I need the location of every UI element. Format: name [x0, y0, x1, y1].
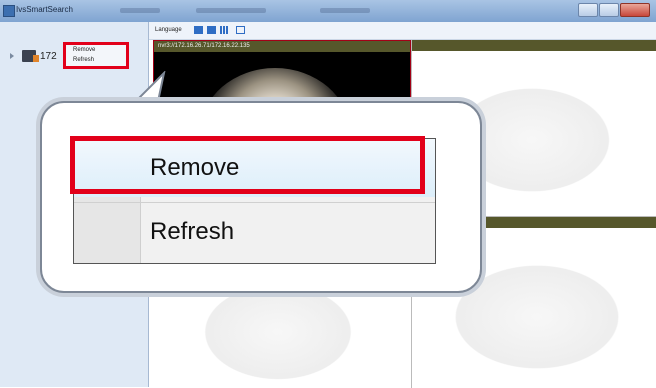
titlebar-taskbar-blur	[320, 8, 370, 13]
minimize-button[interactable]	[578, 3, 598, 17]
titlebar-taskbar-blur	[196, 8, 266, 13]
layout-2x2-icon[interactable]	[207, 26, 216, 34]
zoomed-menu-label: Refresh	[150, 218, 235, 245]
context-menu: Remove Refresh	[63, 42, 129, 69]
titlebar-taskbar-blur	[120, 8, 160, 13]
toolbar: Language	[149, 22, 656, 40]
fullscreen-icon[interactable]	[236, 26, 245, 34]
window-title: IvsSmartSearch	[16, 5, 73, 14]
window-controls	[578, 3, 650, 17]
language-menu[interactable]: Language	[155, 27, 182, 33]
zoomed-menu-item-remove[interactable]: Remove	[70, 136, 435, 197]
tree-item-label: 172	[40, 50, 57, 62]
tree-expander-icon[interactable]	[10, 53, 14, 59]
video-pane-header: nvr3://172.16.26.71/172.16.22.135	[154, 41, 410, 52]
highlight-box	[70, 136, 425, 194]
watermark-logo	[193, 277, 363, 387]
zoomed-menu-item-refresh[interactable]: Refresh	[74, 202, 435, 261]
context-menu-item-remove[interactable]: Remove	[66, 45, 126, 55]
layout-3x3-icon[interactable]	[220, 26, 229, 34]
close-button[interactable]	[620, 3, 650, 17]
window-titlebar: IvsSmartSearch	[0, 0, 656, 23]
video-pane-header	[412, 40, 656, 51]
camera-address-label: nvr3://172.16.26.71/172.16.22.135	[158, 43, 250, 49]
maximize-button[interactable]	[599, 3, 619, 17]
nvr-device-icon	[22, 50, 39, 62]
app-icon	[3, 5, 15, 17]
zoomed-menu-label: Remove	[150, 154, 240, 181]
zoomed-context-menu: Remove Refresh	[70, 136, 436, 264]
context-menu-item-refresh[interactable]: Refresh	[66, 55, 126, 65]
layout-1x1-icon[interactable]	[194, 26, 203, 34]
tree-item-nvr[interactable]: 172	[10, 50, 57, 62]
